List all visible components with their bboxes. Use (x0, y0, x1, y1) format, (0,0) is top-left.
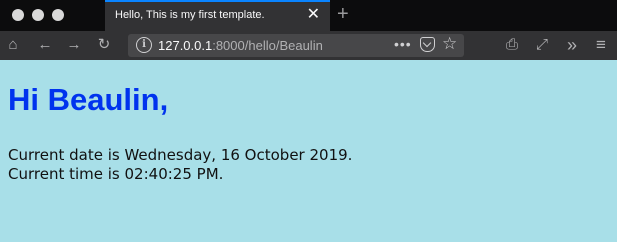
tab-close-icon[interactable]: ✕ (307, 7, 320, 23)
menu-icon[interactable]: ≡ (592, 36, 610, 54)
browser-tab[interactable]: Hello, This is my first template. ✕ (105, 0, 330, 31)
url-bar[interactable]: i 127.0.0.1:8000/hello/Beaulin ••• ☆ (128, 34, 464, 57)
pocket-icon[interactable] (420, 37, 435, 52)
reload-icon[interactable]: ↻ (95, 36, 113, 54)
forward-icon[interactable]: → (65, 36, 83, 54)
page-content: Hi Beaulin, Current date is Wednesday, 1… (0, 60, 617, 242)
url-host: 127.0.0.1 (158, 38, 213, 53)
page-actions-icon[interactable]: ••• (394, 36, 412, 52)
current-date-text: Current date is Wednesday, 16 October 20… (8, 146, 353, 164)
close-window-button[interactable] (12, 9, 24, 21)
new-tab-button[interactable]: + (337, 3, 349, 25)
tab-title: Hello, This is my first template. (115, 9, 265, 21)
minimize-window-button[interactable] (32, 9, 44, 21)
site-info-icon[interactable]: i (136, 37, 152, 53)
print-icon[interactable]: ⎙ (503, 36, 521, 54)
title-bar: Hello, This is my first template. ✕ + (0, 0, 617, 31)
url-path: :8000/hello/Beaulin (212, 38, 323, 53)
more-tools-icon[interactable]: » (563, 36, 581, 54)
page-heading: Hi Beaulin, (8, 82, 169, 117)
current-time-text: Current time is 02:40:25 PM. (8, 165, 224, 183)
home-icon[interactable]: ⌂ (4, 36, 22, 54)
maximize-window-button[interactable] (52, 9, 64, 21)
navigation-toolbar: ⌂ ← → ↻ i 127.0.0.1:8000/hello/Beaulin •… (0, 31, 617, 60)
back-icon[interactable]: ← (36, 36, 54, 54)
fullscreen-icon[interactable]: ⤢ (533, 36, 551, 54)
url-text[interactable]: 127.0.0.1:8000/hello/Beaulin (158, 38, 323, 53)
bookmark-star-icon[interactable]: ☆ (442, 34, 457, 54)
